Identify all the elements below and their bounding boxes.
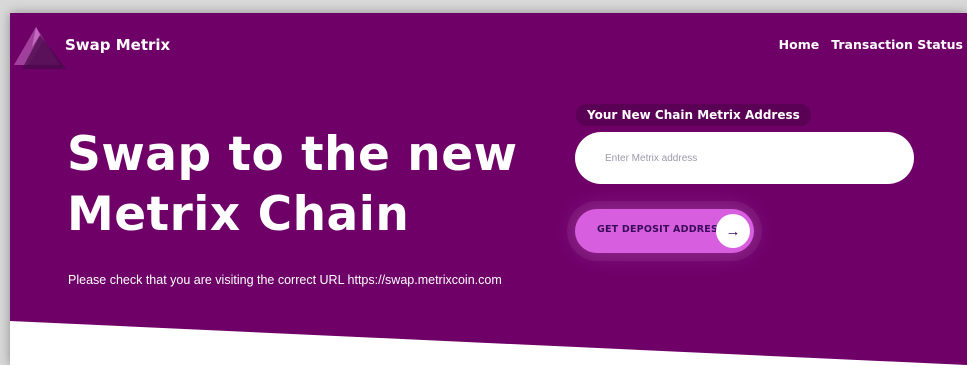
deposit-button-label: GET DEPOSIT ADDRESS — [597, 224, 725, 235]
hero-section: Swap Metrix Home Transaction Status Swap… — [10, 13, 967, 365]
headline-line-1: Swap to the new — [67, 127, 518, 182]
url-notice: Please check that you are visiting the c… — [68, 273, 502, 287]
get-deposit-address-button[interactable]: GET DEPOSIT ADDRESS → — [575, 209, 754, 253]
browser-viewport: Swap Metrix Home Transaction Status Swap… — [10, 13, 967, 365]
arrow-right-icon: → — [716, 214, 750, 248]
address-field-label: Your New Chain Metrix Address — [576, 104, 811, 126]
top-nav: Home Transaction Status — [779, 37, 963, 52]
metrix-triangle-logo-icon[interactable] — [14, 23, 66, 69]
metrix-address-input[interactable] — [575, 132, 914, 184]
nav-link-home[interactable]: Home — [779, 37, 820, 52]
headline-line-2: Metrix Chain — [67, 187, 410, 242]
brand-name[interactable]: Swap Metrix — [65, 36, 170, 54]
hero-headline: Swap to the new Metrix Chain — [67, 125, 518, 245]
nav-link-transaction-status[interactable]: Transaction Status — [831, 37, 963, 52]
